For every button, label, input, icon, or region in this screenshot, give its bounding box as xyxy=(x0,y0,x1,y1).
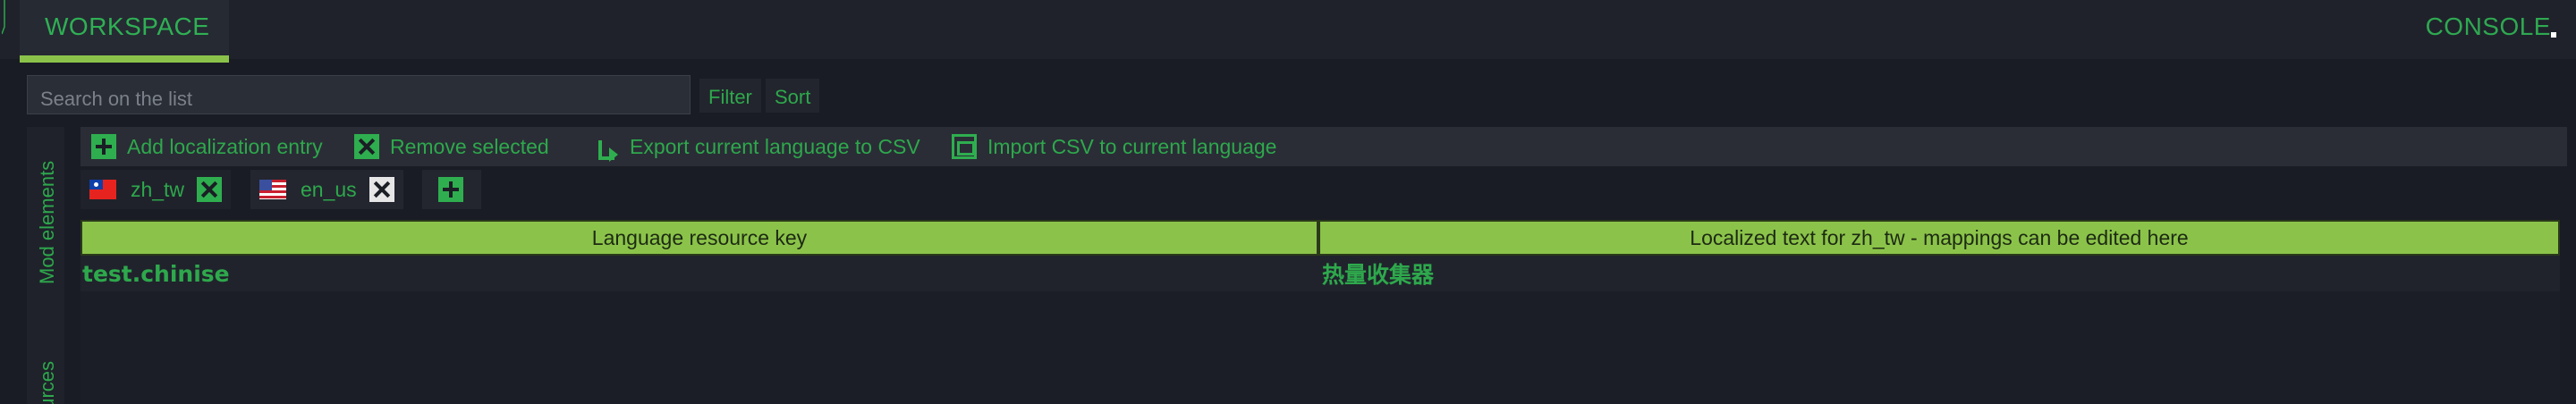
export-icon xyxy=(594,134,619,162)
localization-toolbar: Add localization entry Remove selected E… xyxy=(80,127,2567,166)
add-language-button[interactable] xyxy=(422,170,481,209)
taiwan-flag-icon xyxy=(89,180,116,199)
tab-language-zh-tw[interactable]: zh_tw xyxy=(80,170,231,209)
side-tab-mod-elements[interactable]: Mod elements xyxy=(36,161,59,284)
active-tab-indicator xyxy=(20,55,229,63)
plus-icon xyxy=(438,177,463,202)
localization-table: Language resource key Localized text for… xyxy=(80,220,2560,291)
import-icon xyxy=(952,134,977,159)
plus-icon xyxy=(91,134,116,159)
table-empty-area xyxy=(80,291,2560,404)
column-header-key[interactable]: Language resource key xyxy=(80,220,1318,256)
tab-workspace[interactable]: WORKSPACE xyxy=(20,0,229,63)
row-key-cell[interactable]: test.chinise xyxy=(80,256,1320,291)
export-csv-button[interactable]: Export current language to CSV xyxy=(594,132,920,162)
table-header: Language resource key Localized text for… xyxy=(80,220,2560,256)
us-flag-icon xyxy=(259,180,286,199)
add-localization-entry-label: Add localization entry xyxy=(127,134,323,158)
remove-selected-button[interactable]: Remove selected xyxy=(354,132,549,161)
close-language-icon[interactable] xyxy=(197,177,222,202)
sort-button[interactable]: Sort xyxy=(766,79,820,113)
add-localization-entry-button[interactable]: Add localization entry xyxy=(91,132,323,161)
side-tab-resources[interactable]: ources xyxy=(36,361,59,404)
table-row[interactable]: test.chinise 热量收集器 xyxy=(80,256,2560,291)
search-box xyxy=(27,75,691,114)
tab-workspace-label: WORKSPACE xyxy=(45,13,210,40)
remove-icon xyxy=(354,134,379,159)
close-language-icon[interactable] xyxy=(369,177,394,202)
language-code-label: zh_tw xyxy=(130,177,185,201)
row-value-cell[interactable]: 热量收集器 xyxy=(1320,256,2560,291)
import-csv-button[interactable]: Import CSV to current language xyxy=(952,132,1276,161)
search-input[interactable] xyxy=(28,76,690,114)
column-header-localized-text[interactable]: Localized text for zh_tw - mappings can … xyxy=(1318,220,2560,256)
remove-selected-label: Remove selected xyxy=(390,134,549,158)
top-bar: WORKSPACE CONSOLE xyxy=(0,0,2576,63)
tab-language-en-us[interactable]: en_us xyxy=(250,170,403,209)
tab-console[interactable]: CONSOLE xyxy=(2426,13,2551,41)
language-code-label: en_us xyxy=(301,177,357,201)
corner-mark-icon xyxy=(2,0,5,35)
import-csv-label: Import CSV to current language xyxy=(987,134,1277,158)
console-status-dot xyxy=(2551,32,2556,38)
export-csv-label: Export current language to CSV xyxy=(630,134,920,158)
filter-button[interactable]: Filter xyxy=(699,79,761,113)
